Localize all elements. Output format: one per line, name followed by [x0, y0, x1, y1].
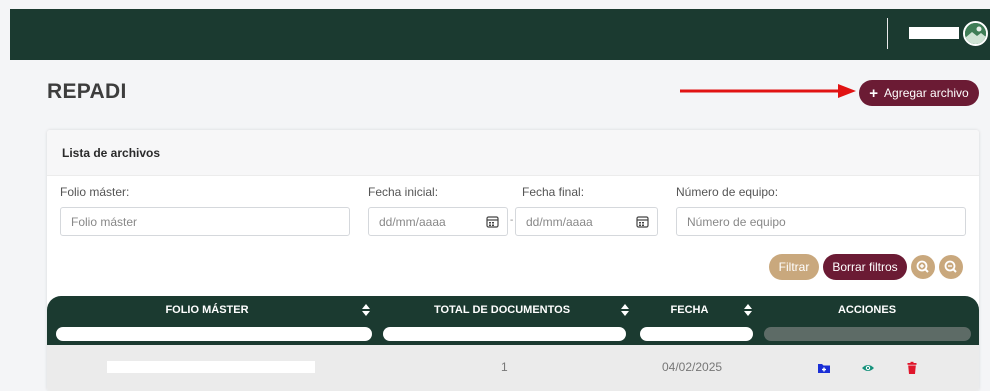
start-date-placeholder: dd/mm/aaaa — [379, 214, 446, 229]
folder-add-icon[interactable] — [817, 361, 831, 375]
user-avatar[interactable] — [963, 21, 988, 46]
add-file-label: Agregar archivo — [884, 86, 969, 100]
total-cell: 1 — [501, 360, 508, 374]
trash-icon[interactable] — [905, 361, 919, 375]
end-date-placeholder: dd/mm/aaaa — [526, 214, 593, 229]
sort-icon[interactable] — [361, 303, 371, 317]
red-arrow-annotation — [680, 84, 856, 98]
table-header: FOLIO MÁSTER TOTAL DE DOCUMENTOS FECHA A… — [47, 296, 979, 345]
column-actions: ACCIONES — [837, 304, 897, 316]
column-folio-master[interactable]: FOLIO MÁSTER — [107, 304, 307, 316]
total-column-filter[interactable] — [383, 327, 626, 341]
zoom-in-icon — [916, 260, 929, 273]
column-total-documents[interactable]: TOTAL DE DOCUMENTOS — [417, 304, 587, 316]
end-date-input[interactable]: dd/mm/aaaa — [515, 207, 658, 236]
equipo-placeholder: Número de equipo — [687, 214, 786, 229]
navbar-divider — [887, 18, 888, 49]
folio-placeholder: Folio máster — [71, 214, 138, 229]
sort-icon[interactable] — [620, 303, 630, 317]
avatar-image-icon — [965, 23, 986, 44]
zoom-in-button[interactable] — [911, 255, 935, 279]
calendar-icon[interactable] — [636, 215, 649, 228]
plus-icon: + — [869, 84, 879, 102]
folio-cell-redacted — [107, 361, 315, 373]
date-column-filter[interactable] — [640, 327, 753, 341]
equipo-input[interactable]: Número de equipo — [676, 207, 966, 236]
page-title: REPADI — [47, 80, 127, 103]
start-date-label: Fecha inicial: — [368, 185, 439, 199]
zoom-out-icon — [944, 260, 957, 273]
table-row[interactable]: 1 04/02/2025 — [47, 345, 979, 391]
card-title: Lista de archivos — [62, 145, 161, 160]
end-date-label: Fecha final: — [522, 185, 585, 199]
date-range-separator: - — [510, 215, 514, 226]
equipo-label: Número de equipo: — [676, 185, 779, 199]
sort-icon[interactable] — [743, 303, 753, 317]
folio-label: Folio máster: — [60, 185, 130, 199]
actions-column-filter — [764, 327, 971, 341]
folio-column-filter[interactable] — [56, 327, 372, 341]
card-header: Lista de archivos — [47, 130, 979, 176]
eye-icon[interactable] — [861, 361, 875, 375]
folio-input[interactable]: Folio máster — [60, 207, 350, 236]
start-date-input[interactable]: dd/mm/aaaa — [368, 207, 508, 236]
top-navbar — [10, 9, 990, 60]
user-name-redacted[interactable] — [909, 27, 959, 39]
column-date[interactable]: FECHA — [657, 304, 722, 316]
calendar-icon[interactable] — [486, 215, 499, 228]
zoom-out-button[interactable] — [939, 255, 963, 279]
clear-filters-button[interactable]: Borrar filtros — [823, 254, 907, 280]
files-card: Lista de archivos Folio máster: Fecha in… — [47, 130, 979, 391]
date-cell: 04/02/2025 — [662, 360, 723, 374]
filter-button[interactable]: Filtrar — [769, 254, 819, 280]
add-file-button[interactable]: + Agregar archivo — [859, 80, 979, 106]
